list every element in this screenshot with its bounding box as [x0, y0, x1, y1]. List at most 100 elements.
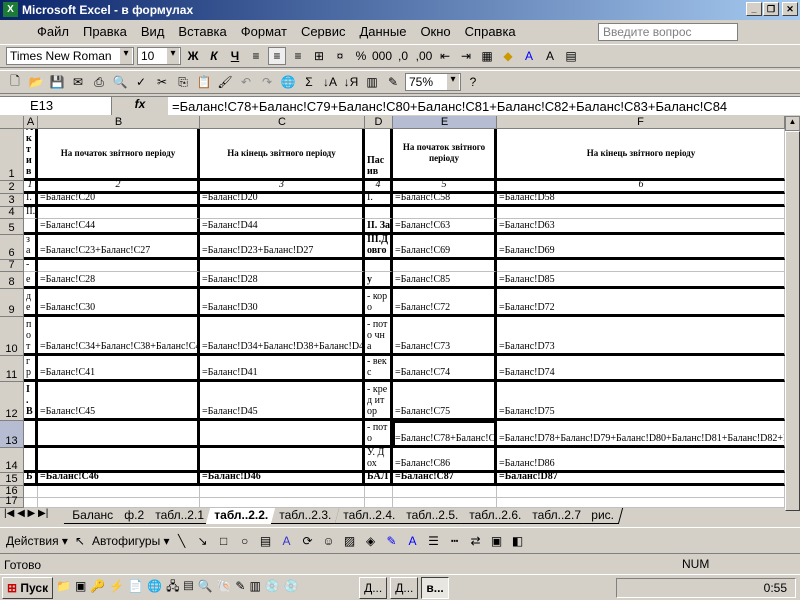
taskbar-task-excel[interactable]: в... — [421, 576, 449, 599]
sheet-tab[interactable]: табл..2.3. — [271, 508, 341, 524]
currency-icon[interactable]: ¤ — [331, 47, 349, 65]
row-header[interactable]: 2 — [0, 181, 24, 194]
row-header[interactable]: 10 — [0, 317, 24, 356]
row-header[interactable]: 1 — [0, 129, 24, 181]
cell-E10[interactable]: =Баланс!C73 — [393, 317, 497, 356]
cell-D6[interactable]: III.Д овго — [365, 235, 393, 260]
cell-B4[interactable] — [38, 207, 200, 219]
tab-scroll-icons[interactable]: |◀ ◀ ▶ ▶| — [0, 508, 68, 519]
cell-B9[interactable]: =Баланс!C30 — [38, 289, 200, 317]
sheet-tab[interactable]: табл..2.1 — [146, 508, 213, 524]
cell-B1[interactable]: На початок звітного періоду — [38, 129, 200, 181]
arrow-style-icon[interactable]: ⇄ — [467, 532, 485, 550]
cell-C10[interactable]: =Баланс!D34+Баланс!D38+Баланс!D43 — [200, 317, 365, 356]
cell-E11[interactable]: =Баланс!C74 — [393, 356, 497, 382]
cell-D7[interactable] — [365, 260, 393, 272]
open-icon[interactable]: 📂 — [27, 73, 45, 91]
cell-E5[interactable]: =Баланс!C63 — [393, 219, 497, 235]
minimize-button[interactable]: _ — [746, 2, 762, 16]
cell-A14[interactable] — [24, 448, 38, 473]
menu-item[interactable]: Файл — [30, 24, 76, 39]
line-color-icon[interactable]: ✎ — [383, 532, 401, 550]
cell-A7[interactable]: - — [24, 260, 38, 272]
font-select[interactable]: Times New Roman — [6, 47, 134, 65]
cell-A13[interactable] — [24, 421, 38, 448]
cell-A5[interactable] — [24, 219, 38, 235]
autoshapes-menu[interactable]: Автофигуры ▾ — [92, 534, 170, 548]
row-header[interactable]: 17 — [0, 495, 24, 508]
row-header[interactable]: 4 — [0, 206, 24, 219]
cell-C16[interactable] — [200, 486, 365, 498]
cell-E13[interactable]: =Баланс!C78+Баланс!C7 — [393, 421, 497, 448]
quick-launch-icons[interactable]: 📁▣🔑⚡📄🌐🖧▤🔍🐚✎▥💿💿 — [56, 577, 356, 598]
cell-A15[interactable]: Б — [24, 473, 38, 486]
help-icon[interactable]: ? — [464, 73, 482, 91]
cell-F7[interactable] — [497, 260, 785, 272]
cell-F17[interactable] — [497, 498, 785, 508]
row-header[interactable]: 9 — [0, 289, 24, 317]
cell-D3[interactable]: I. — [365, 194, 393, 207]
cell-A4[interactable]: II. — [24, 207, 38, 219]
cell-D8[interactable]: IУ.П у — [365, 272, 393, 289]
close-button[interactable]: ✕ — [782, 2, 798, 16]
column-header[interactable]: C — [200, 116, 365, 129]
sort-asc-icon[interactable]: ↓A — [321, 73, 339, 91]
decrease-decimal-icon[interactable]: ,00 — [415, 47, 433, 65]
merge-center-icon[interactable]: ⊞ — [310, 47, 328, 65]
cell-A3[interactable]: I. — [24, 194, 38, 207]
column-header[interactable]: B — [38, 116, 200, 129]
cell-D11[interactable]: - векс — [365, 356, 393, 382]
actions-menu[interactable]: Действия ▾ — [6, 534, 68, 548]
percent-icon[interactable]: % — [352, 47, 370, 65]
sheet-tab[interactable]: табл..2.4. — [334, 508, 404, 524]
sort-desc-icon[interactable]: ↓Я — [342, 73, 360, 91]
cell-A1[interactable]: А к т и в — [24, 129, 38, 181]
cell-D5[interactable]: II. Забе — [365, 219, 393, 235]
cell-A8[interactable]: ве — [24, 272, 38, 289]
cell-B16[interactable] — [38, 486, 200, 498]
align-right-icon[interactable]: ≡ — [289, 47, 307, 65]
row-header[interactable]: 14 — [0, 448, 24, 473]
ask-question-input[interactable]: Введите вопрос — [598, 23, 738, 41]
cell-F14[interactable]: =Баланс!D86 — [497, 448, 785, 473]
spreadsheet-grid[interactable]: ABCDEF1А к т и вНа початок звітного пері… — [0, 116, 785, 508]
cell-D4[interactable] — [365, 207, 393, 219]
format-painter-icon[interactable]: 🖌 — [216, 73, 234, 91]
thousands-icon[interactable]: 000 — [372, 47, 392, 65]
cell-F2[interactable]: 6 — [497, 181, 785, 194]
autosum-icon[interactable]: Σ — [300, 73, 318, 91]
drawing-icon[interactable]: ✎ — [384, 73, 402, 91]
permission-icon[interactable]: ✉ — [69, 73, 87, 91]
start-button[interactable]: ⊞ Пуск — [2, 576, 54, 599]
scroll-up-icon[interactable]: ▲ — [785, 116, 800, 131]
name-box[interactable]: E13 — [0, 97, 112, 115]
cell-C4[interactable] — [200, 207, 365, 219]
menu-item[interactable]: Вид — [134, 24, 172, 39]
underline-button[interactable]: Ч — [226, 47, 244, 65]
cell-C17[interactable] — [200, 498, 365, 508]
wordart-icon[interactable]: A — [278, 532, 296, 550]
diagram-icon[interactable]: ⟳ — [299, 532, 317, 550]
undo-icon[interactable]: ↶ — [237, 73, 255, 91]
column-header[interactable]: A — [24, 116, 38, 129]
cell-E12[interactable]: =Баланс!C75 — [393, 382, 497, 421]
chart-wizard-icon[interactable]: ▥ — [363, 73, 381, 91]
cell-E14[interactable]: =Баланс!C86 — [393, 448, 497, 473]
redo-icon[interactable]: ↷ — [258, 73, 276, 91]
cell-C2[interactable]: 3 — [200, 181, 365, 194]
cell-C13[interactable] — [200, 421, 365, 448]
row-header[interactable]: 6 — [0, 235, 24, 260]
cell-B15[interactable]: =Баланс!C46 — [38, 473, 200, 486]
cell-D13[interactable]: - пото — [365, 421, 393, 448]
cut-icon[interactable]: ✂ — [153, 73, 171, 91]
cell-B11[interactable]: =Баланс!C41 — [38, 356, 200, 382]
increase-decimal-icon[interactable]: ,0 — [394, 47, 412, 65]
cell-A9[interactable]: - де — [24, 289, 38, 317]
font-size-select[interactable]: 10 — [137, 47, 181, 65]
copy-icon[interactable]: ⎘ — [174, 73, 192, 91]
cell-C3[interactable]: =Баланс!D20 — [200, 194, 365, 207]
taskbar-task-folder[interactable]: Д... — [359, 576, 388, 599]
sheet-tab[interactable]: рис. — [583, 508, 624, 524]
cell-B5[interactable]: =Баланс!C44 — [38, 219, 200, 235]
cell-B17[interactable] — [38, 498, 200, 508]
